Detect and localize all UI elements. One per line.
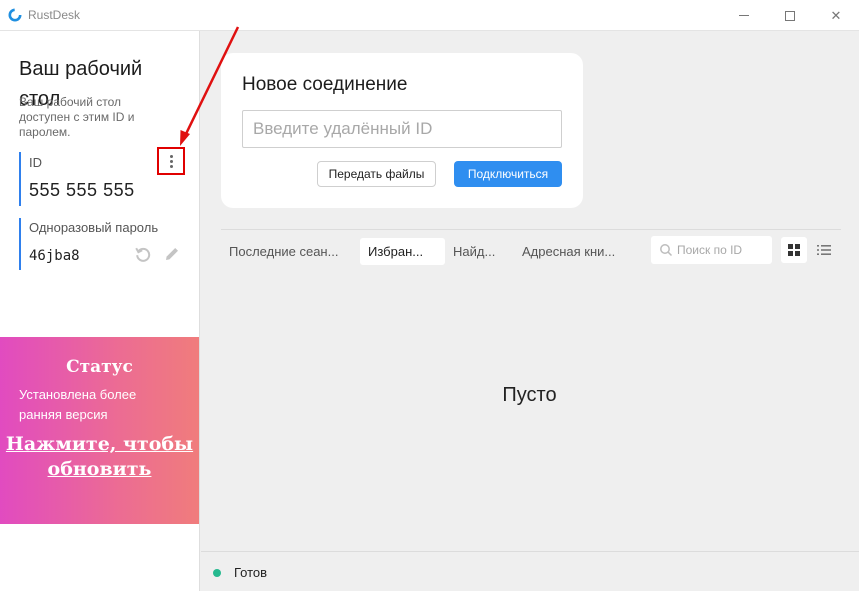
- search-icon: [660, 244, 673, 257]
- remote-id-input[interactable]: [242, 110, 562, 148]
- status-message: Установлена более ранняя версия: [19, 387, 137, 422]
- update-link[interactable]: Нажмите, чтобы обновить: [0, 432, 199, 482]
- grid-view-icon: [788, 244, 800, 256]
- id-label: ID: [29, 155, 42, 170]
- empty-list-message: Пусто: [502, 384, 557, 406]
- password-section: Одноразовый пароль 46jba8: [19, 218, 187, 270]
- id-menu-button[interactable]: [157, 147, 185, 175]
- maximize-button[interactable]: [767, 0, 813, 31]
- list-view-button[interactable]: [811, 237, 837, 263]
- tab-favorites[interactable]: Избран...: [360, 238, 445, 265]
- status-title: Статус: [66, 357, 133, 377]
- edit-icon[interactable]: [163, 245, 181, 263]
- minimize-icon: [739, 15, 749, 16]
- your-desktop-description: Ваш рабочий стол доступен с этим ID и па…: [19, 95, 135, 139]
- status-bar: Готов: [201, 551, 859, 591]
- new-connection-title: Новое соединение: [242, 74, 408, 95]
- connect-button[interactable]: Подключиться: [454, 161, 562, 187]
- tab-recent-sessions[interactable]: Последние сеан...: [229, 238, 353, 265]
- id-value[interactable]: 555 555 555: [29, 180, 135, 201]
- password-label: Одноразовый пароль: [29, 220, 159, 235]
- transfer-files-button[interactable]: Передать файлы: [317, 161, 436, 187]
- close-button[interactable]: ✕: [813, 0, 859, 31]
- new-connection-card: Новое соединение Передать файлы Подключи…: [221, 53, 583, 208]
- rustdesk-logo-icon: [8, 8, 22, 22]
- peer-tabs-bar: Последние сеан... Избран... Найд... Адре…: [221, 229, 841, 269]
- more-vertical-icon: [169, 154, 173, 168]
- tab-address-book[interactable]: Адресная кни...: [522, 238, 630, 265]
- tab-discovered[interactable]: Найд...: [453, 238, 509, 265]
- ready-status-dot: [213, 569, 221, 577]
- minimize-button[interactable]: [721, 0, 767, 31]
- search-box[interactable]: [651, 236, 772, 264]
- refresh-icon[interactable]: [134, 245, 152, 263]
- close-icon: ✕: [830, 7, 842, 23]
- search-input[interactable]: [677, 240, 769, 260]
- left-panel: Ваш рабочий стол Ваш рабочий стол доступ…: [0, 31, 200, 591]
- password-value[interactable]: 46jba8: [29, 248, 80, 264]
- status-card: Статус Установлена более ранняя версия Н…: [0, 337, 199, 524]
- title-bar: RustDesk ✕: [0, 0, 859, 31]
- list-view-icon: [817, 245, 831, 255]
- grid-view-button[interactable]: [781, 237, 807, 263]
- window-title: RustDesk: [28, 8, 81, 22]
- maximize-icon: [785, 10, 795, 21]
- ready-status-text: Готов: [234, 565, 268, 580]
